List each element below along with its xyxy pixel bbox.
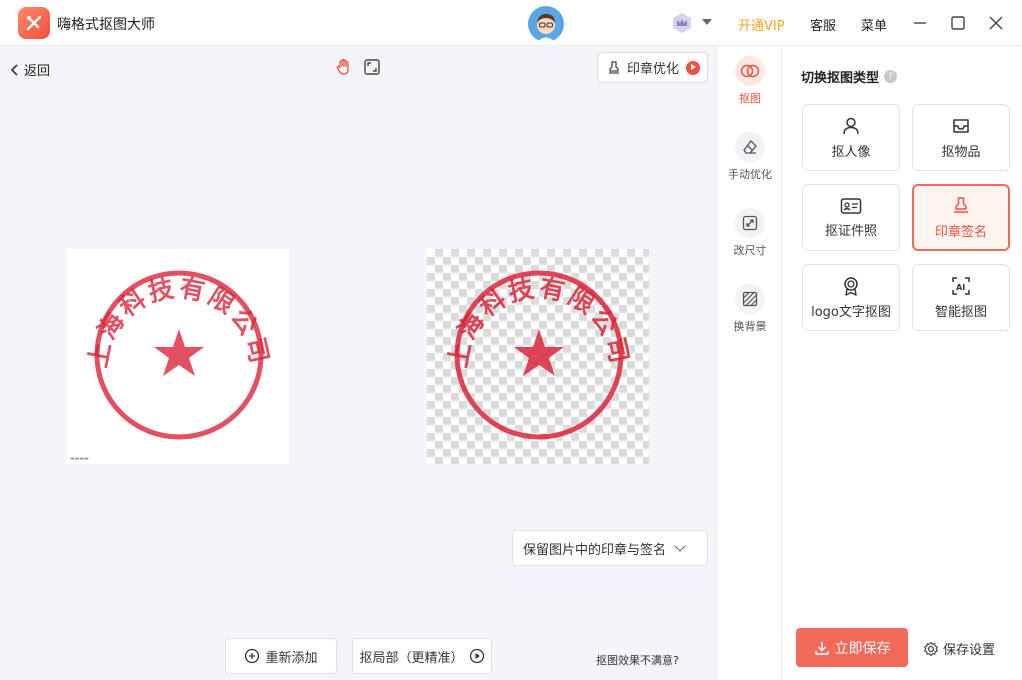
- person-icon: [843, 117, 859, 134]
- unsatisfied-link[interactable]: 抠图效果不满意?: [596, 652, 679, 668]
- keep-option-value: 保留图片中的印章与签名: [523, 542, 667, 558]
- maximize-icon[interactable]: [947, 12, 969, 34]
- stamp-icon: [954, 196, 968, 213]
- original-image: 上海科技有限公司 ▬▬▬▬: [67, 249, 289, 464]
- svg-text:AI: AI: [956, 283, 965, 292]
- type-portrait-label: 抠人像: [831, 144, 871, 160]
- stamp-icon: [609, 60, 619, 74]
- chevron-left-icon: [10, 63, 18, 76]
- fit-screen-icon[interactable]: [363, 58, 381, 76]
- avatar[interactable]: [528, 6, 564, 42]
- type-logo-text[interactable]: logo文字抠图: [802, 264, 900, 331]
- type-stamp-signature-label: 印章签名: [934, 224, 987, 240]
- title-bar: 嗨格式抠图大师 开通VIP 客服 菜单: [0, 0, 1022, 46]
- gear-icon: [924, 641, 938, 656]
- menu-link[interactable]: 菜单: [861, 15, 887, 34]
- minimize-icon[interactable]: [909, 12, 931, 34]
- type-logo-text-label: logo文字抠图: [811, 304, 891, 320]
- save-settings-button[interactable]: 保存设置: [923, 639, 995, 658]
- stamp-optimize-label: 印章优化: [627, 62, 680, 77]
- type-portrait[interactable]: 抠人像: [802, 104, 900, 171]
- account-dropdown-icon[interactable]: [702, 19, 712, 25]
- type-id-photo-label: 抠证件照: [824, 223, 877, 239]
- tool-background[interactable]: 换背景: [718, 284, 782, 334]
- type-smart[interactable]: AI 智能抠图: [912, 264, 1010, 331]
- vip-crown-icon[interactable]: [670, 12, 694, 34]
- tool-manual-optimize[interactable]: 手动优化: [718, 132, 782, 182]
- app-title: 嗨格式抠图大师: [57, 17, 155, 33]
- play-icon: [686, 60, 701, 75]
- save-settings-label: 保存设置: [943, 643, 996, 658]
- download-icon: [814, 641, 829, 655]
- back-label: 返回: [24, 64, 51, 79]
- play-circle-icon: [469, 648, 484, 664]
- tool-column: 抠图 手动优化 改尺寸 换背景: [718, 46, 782, 680]
- type-id-photo[interactable]: 抠证件照: [802, 184, 900, 251]
- re-add-label: 重新添加: [265, 650, 318, 666]
- panel-title: 切换抠图类型 ?: [801, 67, 898, 86]
- badge-icon: [844, 276, 858, 296]
- stamp-result-image: 上海科技有限公司: [443, 270, 632, 440]
- hand-icon[interactable]: [335, 58, 353, 76]
- chevron-down-icon: [674, 540, 686, 552]
- tool-cutout-label: 抠图: [739, 92, 761, 105]
- watermark-icon: ▬▬▬▬: [70, 456, 89, 462]
- cutout-type-panel: 切换抠图类型 ? 抠人像 抠物品 抠证件照 印章签名 logo文字抠图 AI 智…: [783, 46, 1022, 680]
- open-vip-link[interactable]: 开通VIP: [738, 15, 785, 34]
- close-icon[interactable]: [985, 12, 1007, 34]
- save-now-label: 立即保存: [834, 640, 891, 657]
- keep-option-select[interactable]: 保留图片中的印章与签名: [512, 530, 708, 566]
- result-image: 上海科技有限公司: [427, 249, 649, 464]
- type-object[interactable]: 抠物品: [912, 104, 1010, 171]
- tool-resize[interactable]: 改尺寸: [718, 208, 782, 258]
- ai-icon: AI: [952, 276, 970, 295]
- resize-icon: [735, 208, 765, 238]
- background-icon: [735, 284, 765, 314]
- customer-service-link[interactable]: 客服: [810, 15, 836, 34]
- re-add-button[interactable]: 重新添加: [225, 638, 337, 674]
- id-card-icon: [840, 197, 862, 214]
- cutout-icon: [735, 56, 765, 86]
- eraser-icon: [735, 132, 765, 162]
- type-smart-label: 智能抠图: [934, 304, 987, 320]
- inbox-icon: [953, 118, 969, 133]
- back-button[interactable]: 返回: [10, 60, 50, 79]
- type-stamp-signature[interactable]: 印章签名: [912, 184, 1010, 251]
- panel-title-text: 切换抠图类型: [801, 71, 880, 86]
- canvas-area: 返回 印章优化 上海科技有限公司 ▬▬▬▬ 上海科技有限公司 保留图片中的印章与…: [0, 46, 718, 680]
- type-object-label: 抠物品: [941, 144, 981, 160]
- tool-resize-label: 改尺寸: [733, 244, 767, 257]
- tool-background-label: 换背景: [733, 320, 767, 333]
- tool-cutout[interactable]: 抠图: [718, 56, 782, 106]
- stamp-image: 上海科技有限公司: [83, 270, 272, 440]
- plus-circle-icon: [245, 648, 260, 664]
- app-logo-icon: [18, 7, 50, 39]
- local-cutout-button[interactable]: 抠局部（更精准）: [352, 638, 492, 674]
- local-cutout-label: 抠局部（更精准）: [359, 650, 464, 666]
- stamp-optimize-button[interactable]: 印章优化: [597, 52, 708, 83]
- tool-manual-optimize-label: 手动优化: [728, 168, 772, 181]
- help-icon[interactable]: ?: [884, 70, 898, 83]
- save-now-button[interactable]: 立即保存: [796, 628, 908, 667]
